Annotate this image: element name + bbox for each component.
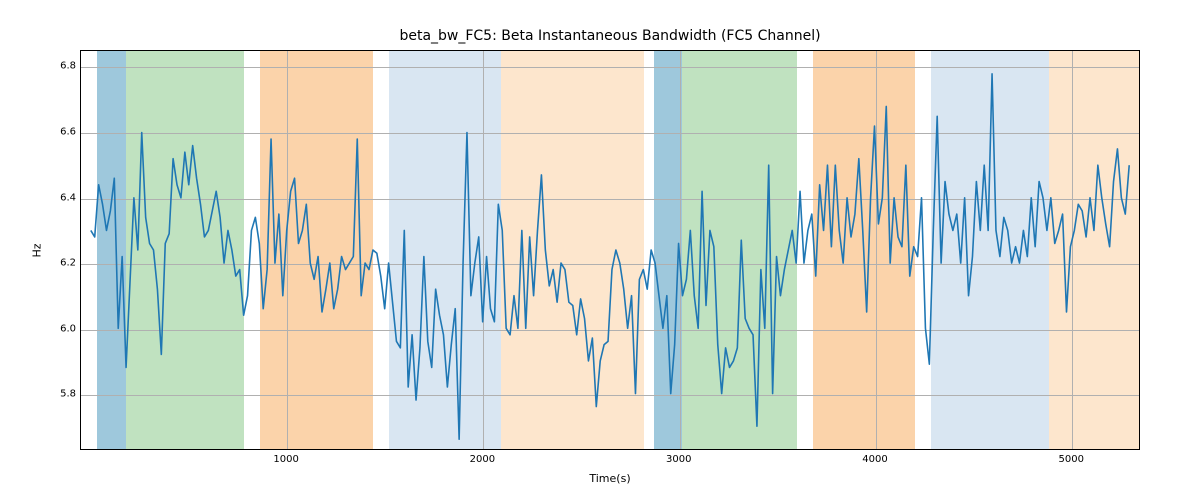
x-tick-label: 1000 <box>273 454 298 465</box>
line-series <box>81 51 1139 449</box>
chart-title: beta_bw_FC5: Beta Instantaneous Bandwidt… <box>80 28 1140 44</box>
x-axis-label: Time(s) <box>80 472 1140 485</box>
plot-area <box>80 50 1140 450</box>
x-tick-label: 2000 <box>470 454 495 465</box>
y-tick-label: 6.0 <box>50 323 76 334</box>
y-axis-label: Hz <box>30 50 44 450</box>
y-tick-label: 6.8 <box>50 61 76 72</box>
x-tick-label: 3000 <box>666 454 691 465</box>
x-tick-label: 4000 <box>862 454 887 465</box>
y-tick-label: 5.8 <box>50 389 76 400</box>
y-tick-label: 6.2 <box>50 258 76 269</box>
y-tick-label: 6.4 <box>50 192 76 203</box>
y-tick-label: 6.6 <box>50 126 76 137</box>
x-tick-label: 5000 <box>1059 454 1084 465</box>
figure: beta_bw_FC5: Beta Instantaneous Bandwidt… <box>0 0 1200 500</box>
